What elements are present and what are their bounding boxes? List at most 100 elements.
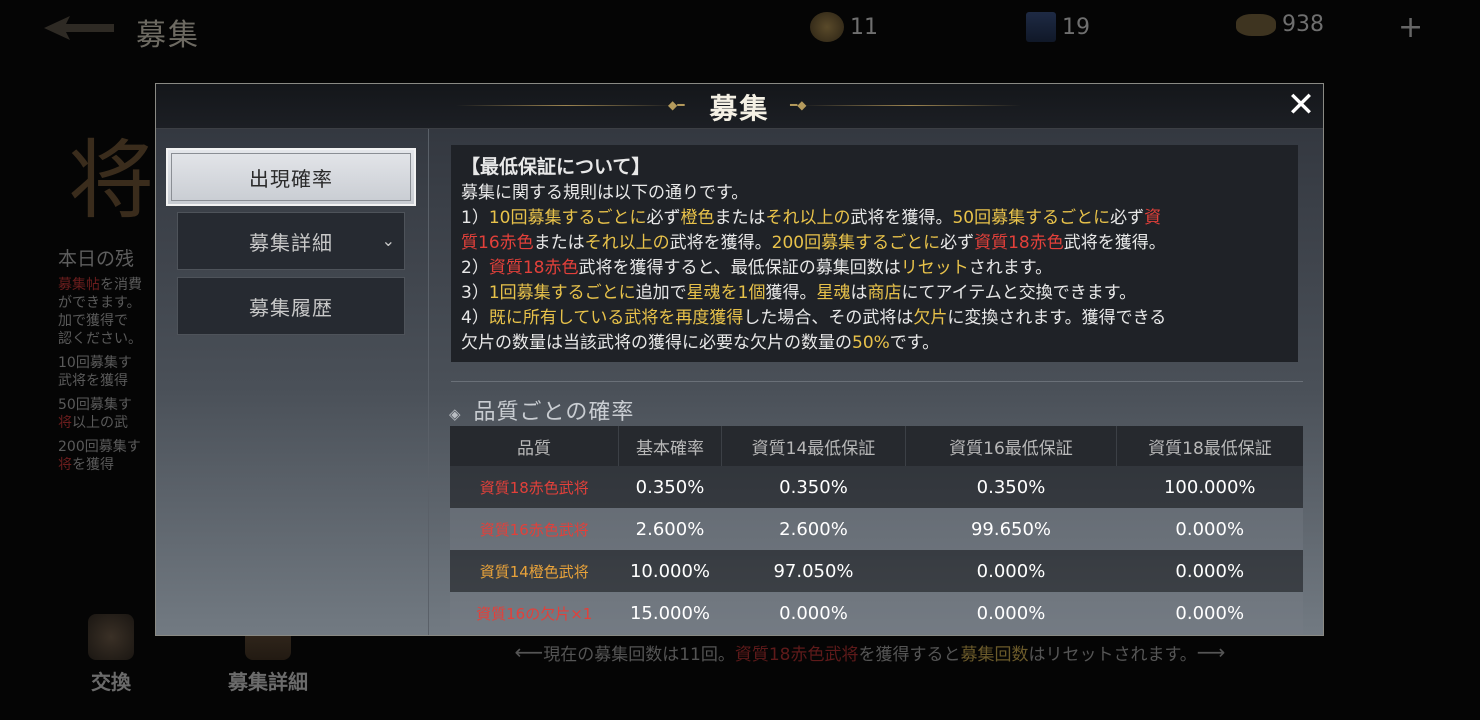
text-segment: 以上の武 bbox=[72, 415, 128, 431]
text-segment: 加で獲得で bbox=[58, 313, 128, 329]
add-resource-button[interactable]: + bbox=[1398, 10, 1423, 45]
banner-text-pre: 現在の募集回数は11回。 bbox=[543, 644, 735, 665]
probability-cell: 10.000% bbox=[618, 550, 722, 592]
diamond-bullet-icon: ◈ bbox=[449, 405, 462, 423]
text-segment: 必ず bbox=[646, 208, 681, 228]
table-row: 資質16の欠片×1 15.000% 0.000% 0.000% 0.000% bbox=[450, 592, 1303, 634]
note-line: 50回募集す bbox=[58, 396, 156, 414]
close-icon[interactable]: ✕ bbox=[1284, 88, 1318, 122]
probability-cell: 0.000% bbox=[1116, 592, 1303, 634]
recruit-notes: 募集帖を消費ができます。 加で獲得で認ください。 10回募集す 武将を獲得 50回募集す… bbox=[58, 276, 156, 474]
text-segment: されます。 bbox=[968, 258, 1053, 278]
tab-recruit-history[interactable]: 募集履歴 bbox=[177, 277, 405, 335]
tab-label: 募集履歴 bbox=[249, 295, 333, 320]
remaining-label: 本日の残 bbox=[58, 248, 135, 270]
note-line: 200回募集す bbox=[58, 438, 156, 456]
quality-name-cell: 資質14橙色武将 bbox=[450, 550, 619, 592]
quality-name-cell: 資質18赤色武将 bbox=[450, 466, 619, 508]
text-segment: または bbox=[533, 233, 585, 253]
back-arrow-icon[interactable] bbox=[44, 14, 114, 42]
text-segment: 商店 bbox=[867, 283, 902, 303]
probability-cell: 0.350% bbox=[618, 466, 722, 508]
text-segment: を消費 bbox=[100, 277, 142, 293]
column-header: 資質16最低保証 bbox=[905, 426, 1117, 466]
text-segment: に変換されます。獲得できる bbox=[947, 308, 1167, 328]
text-segment: 欠片 bbox=[913, 308, 948, 328]
text-segment: 2） bbox=[461, 258, 489, 278]
text-segment: 武将を獲得すると、最低保証の募集回数は bbox=[578, 258, 901, 278]
text-segment: 質16赤色 bbox=[461, 233, 534, 253]
text-segment: は bbox=[850, 283, 868, 303]
text-segment: 50回募集するごとに bbox=[952, 208, 1111, 228]
rules-line: 3）1回募集するごとに追加で星魂を1個獲得。星魂は商店にてアイテムと交換できます… bbox=[461, 281, 1288, 306]
resource-ingot: 938 bbox=[1236, 12, 1324, 37]
rules-line: 1）10回募集するごとに必ず橙色またはそれ以上の武将を獲得。50回募集するごとに… bbox=[461, 206, 1288, 231]
resource-value: 19 bbox=[1062, 14, 1090, 40]
text-segment: 200回募集するごとに bbox=[771, 233, 941, 253]
probability-cell: 15.000% bbox=[618, 592, 722, 634]
chevron-down-icon: ⌄ bbox=[381, 231, 396, 250]
column-header: 資質14最低保証 bbox=[721, 426, 906, 466]
reset-info-banner: ⟵ 現在の募集回数は11回。 資質18赤色武将 を獲得すると 募集回数 はリセッ… bbox=[432, 638, 1308, 666]
text-segment: リセット bbox=[900, 258, 969, 278]
note-line: 認ください。 bbox=[58, 330, 156, 348]
table-row: 資質18赤色武将 0.350% 0.350% 0.350% 100.000% bbox=[450, 466, 1303, 508]
exchange-button[interactable]: 交換 bbox=[88, 614, 134, 695]
column-header: 品質 bbox=[450, 426, 619, 466]
text-segment: ができます。 bbox=[58, 295, 141, 311]
tab-appearance-rate[interactable]: 出現確率 bbox=[166, 148, 416, 206]
rules-line: 募集に関する規則は以下の通りです。 bbox=[461, 181, 1288, 206]
probability-cell: 0.000% bbox=[905, 550, 1117, 592]
quality-section-title-text: 品質ごとの確率 bbox=[473, 400, 635, 425]
recruit-details-label: 募集詳細 bbox=[228, 670, 308, 694]
probability-cell: 0.000% bbox=[1116, 550, 1303, 592]
text-segment: 必ず bbox=[940, 233, 975, 253]
resource-value: 938 bbox=[1282, 12, 1324, 37]
probability-cell: 0.350% bbox=[721, 466, 906, 508]
table-row: 資質16赤色武将 2.600% 2.600% 99.650% 0.000% bbox=[450, 508, 1303, 550]
guarantee-rules-panel: 【最低保証について】 募集に関する規則は以下の通りです。 1）10回募集するごとに… bbox=[451, 145, 1298, 362]
text-segment: 認ください。 bbox=[58, 331, 142, 347]
tab-recruit-details[interactable]: 募集詳細 ⌄ bbox=[177, 212, 405, 270]
text-segment: にてアイテムと交換できます。 bbox=[901, 283, 1137, 303]
text-segment: 募集帖 bbox=[58, 277, 100, 293]
section-divider bbox=[451, 381, 1303, 382]
text-segment: 星魂を1個 bbox=[686, 283, 766, 303]
note-line: 10回募集す bbox=[58, 354, 156, 372]
text-segment: 10回募集す bbox=[58, 355, 132, 371]
text-segment: それ以上の bbox=[584, 233, 670, 253]
text-segment: 武将を獲得。 bbox=[669, 233, 772, 253]
exchange-icon bbox=[88, 614, 134, 660]
rules-line: 欠片の数量は当該武将の獲得に必要な欠片の数量の50%です。 bbox=[461, 331, 1288, 356]
screen-title: 募集 bbox=[136, 18, 200, 53]
text-segment: それ以上の bbox=[765, 208, 851, 228]
dialog-title: 募集 bbox=[709, 92, 770, 125]
text-segment: 既に所有している武将を再度獲得 bbox=[488, 308, 744, 328]
exchange-label: 交換 bbox=[91, 670, 131, 694]
resource-gold-token: 11 bbox=[810, 12, 878, 42]
text-segment: 将 bbox=[58, 415, 72, 431]
text-segment: 橙色 bbox=[680, 208, 715, 228]
gold-token-icon bbox=[810, 12, 844, 42]
banner-left-ornament-icon: ⟵ bbox=[514, 640, 544, 664]
quality-name-cell: 資質16赤色武将 bbox=[450, 508, 619, 550]
recruit-info-dialog: ◆━ ━◆ 募集 ✕ 出現確率 募集詳細 ⌄ 募集履歴 【最低保証について】 募… bbox=[155, 83, 1324, 636]
text-segment: した場合、その武将は bbox=[743, 308, 914, 328]
text-segment: 1） bbox=[461, 208, 489, 228]
text-segment: 資質18赤色 bbox=[488, 258, 579, 278]
text-segment: 10回募集するごとに bbox=[488, 208, 647, 228]
text-segment: 募集に関する規則は以下の通りです。 bbox=[461, 183, 749, 203]
tab-label: 募集詳細 bbox=[249, 230, 333, 255]
top-bar: 募集 11 19 938 + bbox=[0, 0, 1480, 60]
probability-cell: 97.050% bbox=[721, 550, 906, 592]
tab-label: 出現確率 bbox=[249, 166, 333, 191]
note-line: 武将を獲得 bbox=[58, 372, 156, 390]
rules-heading: 【最低保証について】 bbox=[461, 156, 651, 178]
text-segment: 必ず bbox=[1110, 208, 1145, 228]
quality-name-cell: 資質16の欠片×1 bbox=[450, 592, 619, 634]
banner-text-mid: を獲得すると bbox=[858, 644, 961, 665]
text-segment: 将 bbox=[58, 457, 72, 473]
note-line: 将を獲得 bbox=[58, 456, 156, 474]
text-segment: 武将を獲得。 bbox=[1063, 233, 1166, 253]
general-emblem: 将 bbox=[68, 131, 154, 231]
